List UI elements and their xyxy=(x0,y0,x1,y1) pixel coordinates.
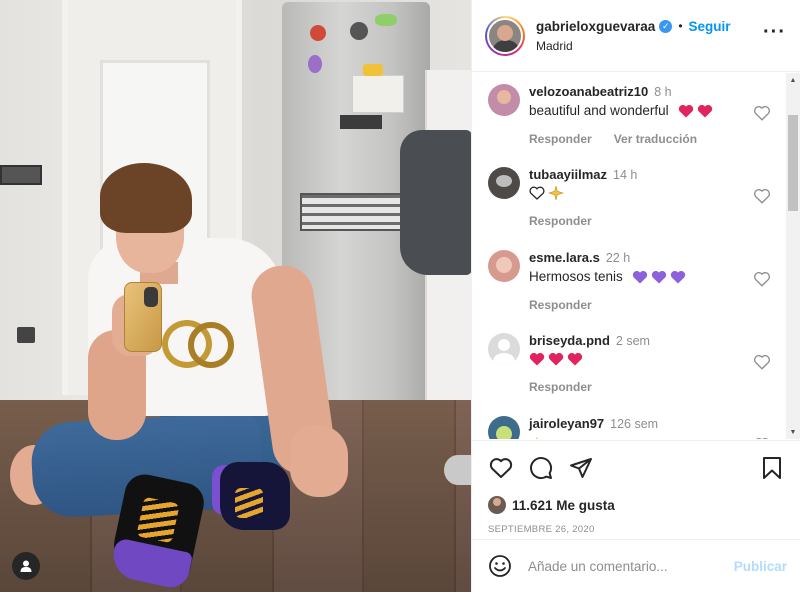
sparkle-emoji-icon xyxy=(548,186,564,200)
post-side-panel: gabrieloxguevaraa ✓ • Seguir Madrid ··· … xyxy=(471,0,800,592)
red-heart-emoji-icon xyxy=(548,352,564,366)
comment-time: 126 sem xyxy=(610,417,659,431)
emoji-picker-icon[interactable] xyxy=(488,554,512,578)
comment-item: tubaayiilmaz 14 h Responder xyxy=(488,156,787,239)
comment-item: esme.lara.s 22 h Hermosos tenis Responder xyxy=(488,239,787,322)
comment-username[interactable]: briseyda.pnd xyxy=(529,333,610,348)
photo-magnet xyxy=(375,14,397,26)
comment-avatar[interactable] xyxy=(488,250,520,282)
comments-list[interactable]: velozoanabeatriz10 8 h beautiful and wond… xyxy=(472,73,787,439)
like-heart-icon[interactable] xyxy=(488,455,514,481)
phone-camera xyxy=(144,287,158,307)
purple-heart-emoji-icon xyxy=(670,270,685,283)
person-hair xyxy=(100,163,192,233)
comment-time: 2 sem xyxy=(615,334,650,348)
comment-username[interactable]: velozoanabeatriz10 xyxy=(529,84,648,99)
comment-avatar[interactable] xyxy=(488,416,520,439)
comment-like-heart-icon[interactable] xyxy=(753,353,771,371)
scrollbar-thumb[interactable] xyxy=(788,115,798,211)
purple-heart-emoji-icon xyxy=(651,270,666,283)
instagram-post-modal: gabrieloxguevaraa ✓ • Seguir Madrid ··· … xyxy=(0,0,800,592)
photo-outlet xyxy=(17,327,35,343)
post-actions: 11.621 Me gusta SEPTIEMBRE 26, 2020 xyxy=(472,440,800,538)
add-comment-bar: Publicar xyxy=(472,539,800,592)
reply-button[interactable]: Responder xyxy=(529,214,592,228)
comment-text: beautiful and wonderful xyxy=(529,103,669,118)
comment-username[interactable]: jairoleyan97 xyxy=(529,416,604,431)
share-icon[interactable] xyxy=(568,455,594,481)
reply-button[interactable]: Responder xyxy=(529,132,592,146)
comment-item: jairoleyan97 126 sem xyxy=(488,405,787,439)
post-location[interactable]: Madrid xyxy=(536,39,763,53)
post-header: gabrieloxguevaraa ✓ • Seguir Madrid ··· xyxy=(472,0,800,72)
comment-time: 14 h xyxy=(613,168,638,182)
photo-fridge-note xyxy=(352,75,404,113)
author-username[interactable]: gabrieloxguevaraa xyxy=(536,19,655,34)
photo-magnet xyxy=(350,22,368,40)
red-heart-emoji-icon xyxy=(529,352,545,366)
photo-magnet xyxy=(363,64,383,76)
comment-item: briseyda.pnd 2 sem Responder xyxy=(488,322,787,405)
red-heart-emoji-icon xyxy=(567,352,583,366)
comment-username[interactable]: esme.lara.s xyxy=(529,250,600,265)
reply-button[interactable]: Responder xyxy=(529,298,592,312)
white-heart-emoji-icon xyxy=(529,186,545,200)
comment-avatar[interactable] xyxy=(488,84,520,116)
photo-fridge-panel xyxy=(340,115,382,129)
save-bookmark-icon[interactable] xyxy=(759,455,785,481)
comment-time: 8 h xyxy=(654,85,672,99)
sneaker-laces xyxy=(235,488,263,518)
photo-magnet xyxy=(310,25,326,41)
comment-time: 22 h xyxy=(605,251,631,265)
scroll-down-arrow-icon[interactable]: ▼ xyxy=(786,425,800,439)
comment-avatar[interactable] xyxy=(488,167,520,199)
person-right-hand xyxy=(290,425,348,497)
comment-like-heart-icon[interactable] xyxy=(753,187,771,205)
author-info: gabrieloxguevaraa ✓ • Seguir Madrid xyxy=(536,19,763,53)
comment-avatar-default[interactable] xyxy=(488,333,520,365)
scroll-up-arrow-icon[interactable]: ▲ xyxy=(786,73,800,87)
comment-like-heart-icon[interactable] xyxy=(753,104,771,122)
post-date: SEPTIEMBRE 26, 2020 xyxy=(488,524,595,535)
red-heart-emoji-icon xyxy=(697,104,712,117)
photo-magnet xyxy=(308,55,322,73)
photo-light-switch xyxy=(0,165,42,185)
comment-icon[interactable] xyxy=(528,455,554,481)
follow-button[interactable]: Seguir xyxy=(689,19,731,34)
publish-button[interactable]: Publicar xyxy=(734,559,787,574)
likes-count[interactable]: 11.621 Me gusta xyxy=(512,498,615,513)
verified-badge-icon: ✓ xyxy=(659,19,673,33)
photo-fridge-handle xyxy=(300,193,410,231)
comment-like-heart-icon[interactable] xyxy=(753,436,771,439)
author-avatar[interactable] xyxy=(485,15,525,56)
photo-chair xyxy=(400,130,471,275)
post-photo[interactable] xyxy=(0,0,471,592)
shirt-ring-print xyxy=(188,322,234,368)
reply-button[interactable]: Responder xyxy=(529,380,592,394)
comments-scrollbar[interactable]: ▲ ▼ xyxy=(786,73,800,439)
red-heart-emoji-icon xyxy=(678,104,693,117)
header-separator: • xyxy=(678,19,683,33)
user-tag-icon[interactable] xyxy=(12,552,40,580)
more-options-icon[interactable]: ··· xyxy=(763,22,786,42)
comment-item: velozoanabeatriz10 8 h beautiful and wond… xyxy=(488,73,787,156)
liker-avatar xyxy=(488,496,506,514)
comment-like-heart-icon[interactable] xyxy=(753,270,771,288)
comment-username[interactable]: tubaayiilmaz xyxy=(529,167,607,182)
comment-text: Hermosos tenis xyxy=(529,269,623,284)
comment-input[interactable] xyxy=(528,558,726,574)
likes-summary[interactable]: 11.621 Me gusta xyxy=(488,496,785,514)
crown-emoji-icon xyxy=(531,437,543,439)
see-translation-button[interactable]: Ver traducción xyxy=(614,132,697,146)
photo-chair-leg xyxy=(444,455,471,485)
purple-heart-emoji-icon xyxy=(632,270,647,283)
